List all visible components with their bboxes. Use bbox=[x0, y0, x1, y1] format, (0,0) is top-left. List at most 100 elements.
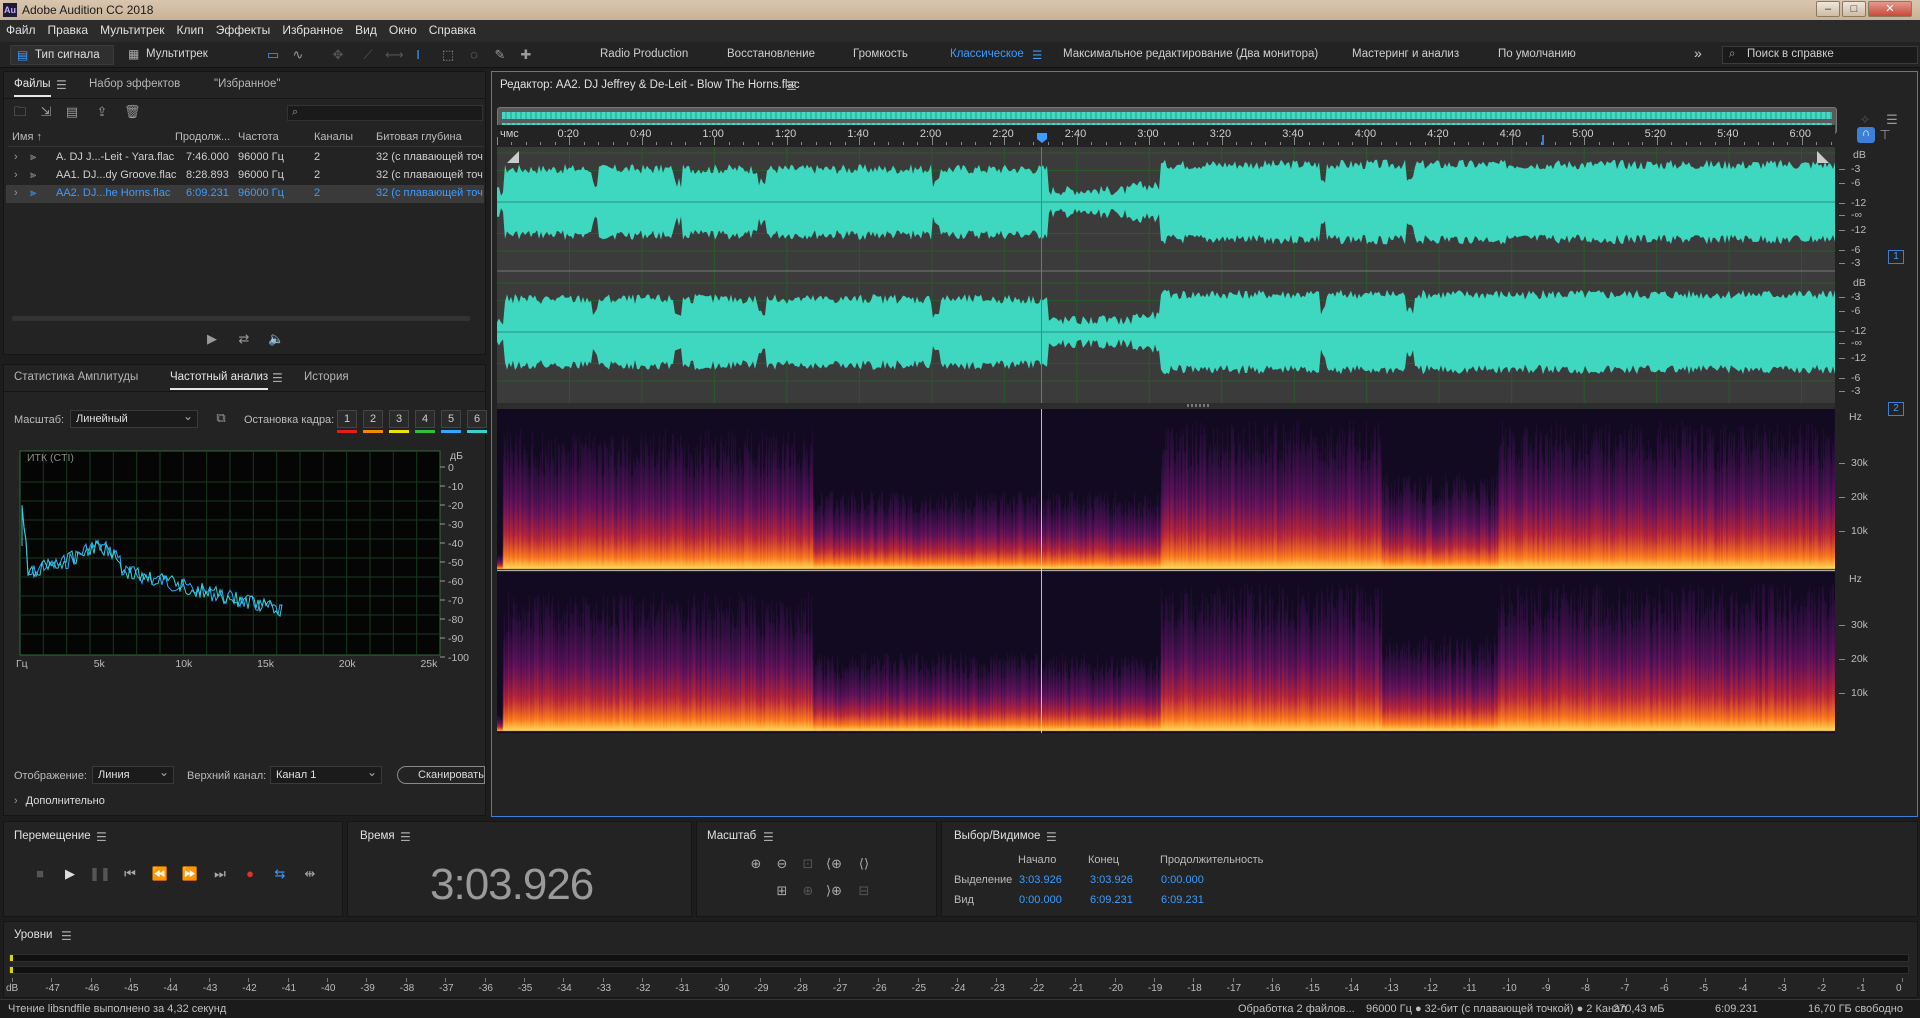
view-duration-value[interactable]: 6:09.231 bbox=[1161, 894, 1204, 906]
zoom-out-full-icon[interactable]: ⊡ bbox=[797, 855, 819, 873]
zoom-out-amplitude-icon[interactable]: ⊖ bbox=[771, 855, 793, 873]
pin-icon[interactable]: ⊤ bbox=[1877, 127, 1893, 143]
editor-menu-icon[interactable]: ☰ bbox=[786, 79, 797, 93]
play-preview-icon[interactable]: ▶ bbox=[204, 331, 220, 347]
zoom-in-amplitude-icon[interactable]: ⊕ bbox=[745, 855, 767, 873]
snap-icon[interactable]: ∩ bbox=[1857, 127, 1875, 143]
go-to-end-icon[interactable]: ⏭ bbox=[209, 865, 231, 883]
workspace-max-editing[interactable]: Максимальное редактирование (Два монитор… bbox=[1063, 48, 1318, 60]
pause-icon[interactable]: ❚❚ bbox=[89, 865, 111, 883]
view-start-value[interactable]: 0:00.000 bbox=[1019, 894, 1062, 906]
marquee-tool-icon[interactable]: ⬚ bbox=[440, 47, 456, 63]
scan-button[interactable]: Сканировать bbox=[397, 766, 485, 784]
files-search-input[interactable]: ⌕ bbox=[287, 105, 483, 121]
log-scale-toggle-icon[interactable]: ⧉ bbox=[213, 410, 229, 426]
workspace-default[interactable]: По умолчанию bbox=[1498, 48, 1576, 60]
tab-effects-rack[interactable]: Набор эффектов bbox=[89, 72, 180, 96]
rewind-icon[interactable]: ⏪ bbox=[149, 865, 171, 883]
file-row[interactable]: › ⫸ AA1. DJ...dy Groove.flac 8:28.893 960… bbox=[6, 167, 484, 185]
spectral-view-icon[interactable]: ∿ bbox=[290, 47, 306, 63]
minimize-button[interactable]: – bbox=[1816, 1, 1840, 17]
help-search-input[interactable]: ⌕ Поиск в справке bbox=[1722, 46, 1918, 64]
loop-playback-icon[interactable]: ⇆ bbox=[269, 865, 291, 883]
tab-frequency-analysis[interactable]: Частотный анализ bbox=[170, 365, 269, 390]
selection-menu-icon[interactable]: ☰ bbox=[1046, 830, 1057, 844]
tab-files[interactable]: Файлы bbox=[14, 72, 51, 97]
col-duration-header[interactable]: Продолж... bbox=[175, 131, 230, 143]
menu-view[interactable]: Вид bbox=[349, 20, 383, 42]
slip-tool-icon[interactable]: ⟷ bbox=[385, 47, 404, 63]
menu-effects[interactable]: Эффекты bbox=[210, 20, 277, 42]
waveform-mode-button[interactable]: ▤ Тип сигнала bbox=[10, 45, 114, 65]
insert-multitrack-icon[interactable]: ⇪ bbox=[94, 104, 110, 120]
workspace-restoration[interactable]: Восстановление bbox=[727, 48, 815, 60]
zoom-out-time-icon[interactable]: ⟨⟩ bbox=[853, 855, 875, 873]
zoom-to-selection-icon[interactable]: ⊞ bbox=[771, 882, 793, 900]
play-icon[interactable]: ▶ bbox=[59, 865, 81, 883]
freeze-frame-button-2[interactable]: 2 bbox=[363, 410, 383, 428]
import-file-icon[interactable]: ⇲ bbox=[38, 104, 54, 120]
skip-selection-icon[interactable]: ⇹ bbox=[299, 865, 321, 883]
time-ruler[interactable]: чмс 0:20 0:40 1:00 1:20 1:40 2:00 2:20 2:40 3:00… bbox=[497, 125, 1835, 145]
record-icon[interactable]: ● bbox=[239, 865, 261, 883]
time-menu-icon[interactable]: ☰ bbox=[400, 830, 411, 844]
delete-file-icon[interactable]: 🗑 bbox=[124, 104, 141, 120]
open-file-icon[interactable]: 🗀 bbox=[12, 104, 28, 120]
transport-menu-icon[interactable]: ☰ bbox=[96, 830, 107, 844]
top-channel-dropdown[interactable]: Канал 1 bbox=[270, 765, 382, 784]
close-window-button[interactable]: ✕ bbox=[1868, 1, 1912, 17]
loop-preview-icon[interactable]: ⇄ bbox=[236, 331, 252, 347]
menu-multitrack[interactable]: Мультитрек bbox=[94, 20, 170, 42]
freeze-frame-button-5[interactable]: 5 bbox=[441, 410, 461, 428]
waveform-view-icon[interactable]: ▭ bbox=[265, 47, 281, 63]
selection-duration-value[interactable]: 0:00.000 bbox=[1161, 874, 1204, 886]
freeze-frame-button-1[interactable]: 1 bbox=[337, 410, 357, 428]
zoom-in-left-icon[interactable]: ⊕ bbox=[797, 882, 819, 900]
menu-help[interactable]: Справка bbox=[423, 20, 482, 42]
spot-healing-tool-icon[interactable]: ✚ bbox=[518, 47, 534, 63]
tab-history[interactable]: История bbox=[304, 365, 349, 389]
selection-start-value[interactable]: 3:03.926 bbox=[1019, 874, 1062, 886]
files-horizontal-scrollbar[interactable] bbox=[12, 316, 470, 321]
zoom-in-time-icon[interactable]: ⟨⊕ bbox=[823, 855, 845, 873]
view-end-value[interactable]: 6:09.231 bbox=[1090, 894, 1133, 906]
freeze-frame-button-3[interactable]: 3 bbox=[389, 410, 409, 428]
col-name-header[interactable]: Имя ↑ bbox=[12, 131, 42, 143]
workspace-classic[interactable]: Классическое bbox=[950, 48, 1024, 60]
files-panel-menu-icon[interactable]: ☰ bbox=[56, 78, 67, 92]
workspace-mastering[interactable]: Мастеринг и анализ bbox=[1352, 48, 1459, 60]
menu-clip[interactable]: Клип bbox=[171, 20, 210, 42]
selection-end-value[interactable]: 3:03.926 bbox=[1090, 874, 1133, 886]
autoplay-speaker-icon[interactable]: 🔈 bbox=[268, 331, 284, 347]
fast-forward-icon[interactable]: ⏩ bbox=[179, 865, 201, 883]
maximize-button[interactable]: □ bbox=[1842, 1, 1866, 17]
zoom-in-right-icon[interactable]: ⟩⊕ bbox=[823, 882, 845, 900]
workspace-radio-production[interactable]: Radio Production bbox=[600, 48, 688, 60]
time-selection-tool-icon[interactable]: I bbox=[410, 47, 426, 63]
menu-file[interactable]: Файл bbox=[0, 20, 42, 42]
panel-layout-icon[interactable]: ☰ bbox=[1884, 112, 1900, 128]
brush-tool-icon[interactable]: ✎ bbox=[492, 47, 508, 63]
channel-1-badge[interactable]: 1 bbox=[1888, 250, 1904, 264]
current-time-display[interactable]: 3:03.926 bbox=[430, 860, 594, 910]
scale-dropdown[interactable]: Линейный bbox=[70, 409, 198, 428]
go-to-start-icon[interactable]: ⏮ bbox=[119, 865, 141, 883]
workspace-menu-icon[interactable]: ☰ bbox=[1032, 48, 1042, 62]
waveform-display[interactable] bbox=[497, 147, 1835, 403]
freeze-frame-button-6[interactable]: 6 bbox=[467, 410, 487, 428]
menu-favorites[interactable]: Избранное bbox=[276, 20, 349, 42]
menu-edit[interactable]: Правка bbox=[42, 20, 95, 42]
tab-favorites[interactable]: "Избранное" bbox=[214, 72, 280, 96]
zoom-reset-icon[interactable]: ⊟ bbox=[853, 882, 875, 900]
advanced-expander[interactable]: › Дополнительно bbox=[14, 795, 105, 807]
menu-window[interactable]: Окно bbox=[383, 20, 423, 42]
workspace-loudness[interactable]: Громкость bbox=[853, 48, 908, 60]
zoom-menu-icon[interactable]: ☰ bbox=[763, 830, 774, 844]
spectral-display[interactable] bbox=[497, 409, 1835, 733]
analysis-menu-icon[interactable]: ☰ bbox=[272, 371, 283, 385]
tab-amplitude-stats[interactable]: Статистика Амплитуды bbox=[14, 365, 138, 389]
display-dropdown[interactable]: Линия bbox=[92, 765, 174, 784]
freeze-frame-button-4[interactable]: 4 bbox=[415, 410, 435, 428]
col-depth-header[interactable]: Битовая глубина bbox=[376, 131, 462, 143]
stop-icon[interactable]: ■ bbox=[29, 865, 51, 883]
